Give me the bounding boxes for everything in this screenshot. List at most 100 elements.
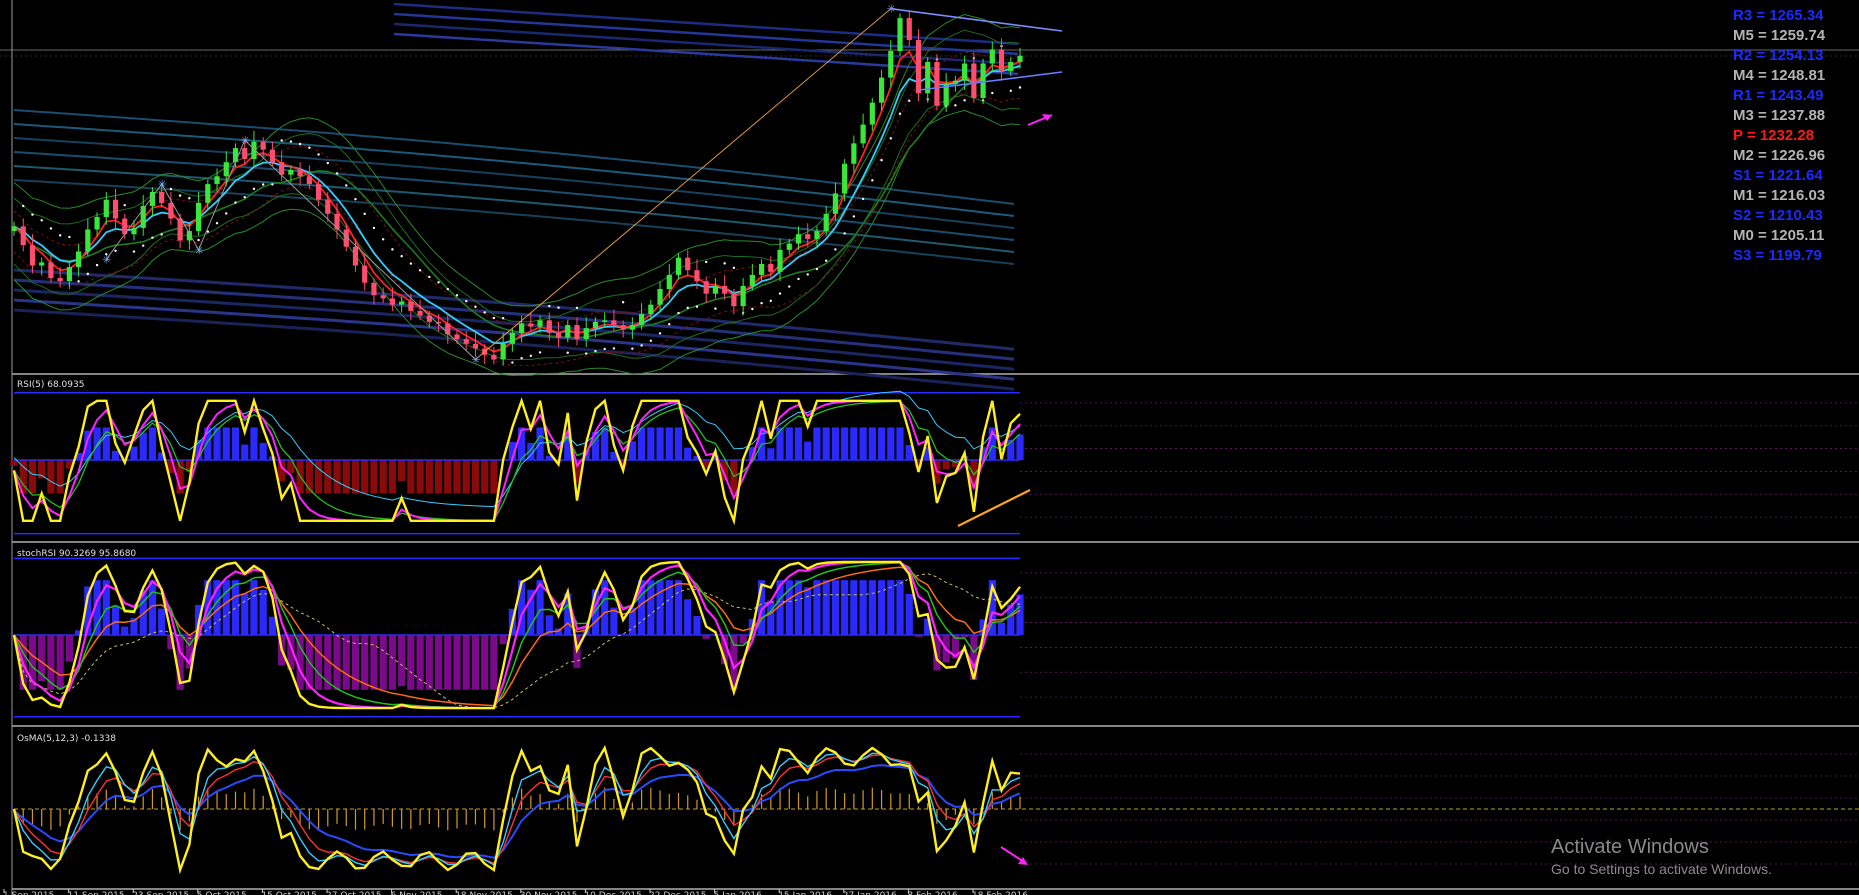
- sar-dot: [455, 294, 459, 297]
- sar-dot: [280, 139, 283, 142]
- histogram-bar: [877, 427, 886, 460]
- histogram-bar: [222, 580, 230, 635]
- sar-dot: [963, 99, 966, 102]
- candle-body: [112, 199, 119, 219]
- histogram-bar: [416, 460, 424, 494]
- histogram-bar: [831, 427, 840, 460]
- sar-dot: [898, 112, 902, 115]
- sar-dot: [252, 187, 256, 191]
- fractal-star: ✳: [241, 134, 250, 147]
- channel-band-lower: [13, 288, 1015, 371]
- sar-dot: [409, 262, 413, 265]
- candle-body: [242, 148, 248, 160]
- rsi-trendline: [957, 489, 1031, 527]
- candle-body: [805, 234, 811, 239]
- sar-dot: [843, 232, 846, 235]
- date-label: 18 Feb 2016: [972, 891, 1028, 895]
- sar-dot: [1018, 86, 1022, 89]
- date-label: 23 Sep 2015: [132, 891, 189, 895]
- histogram-bar: [56, 635, 64, 690]
- histogram-bar: [342, 460, 350, 494]
- candle-body: [519, 323, 525, 333]
- histogram-bar: [850, 580, 858, 635]
- histogram-bar: [342, 635, 350, 690]
- date-label: 5 Oct 2015: [197, 891, 247, 895]
- candle-body: [934, 61, 940, 106]
- sar-dot: [501, 316, 505, 320]
- candle-body: [629, 325, 635, 330]
- sar-dot: [86, 272, 90, 276]
- histogram-bar: [111, 605, 120, 635]
- histogram-bar: [822, 580, 830, 635]
- channel-band-lower: [13, 308, 1015, 391]
- candle-body: [472, 343, 479, 349]
- sar-dot: [889, 137, 892, 140]
- sar-dot: [631, 347, 634, 350]
- candle-body: [712, 285, 719, 294]
- histogram-bar: [868, 427, 876, 460]
- candle-body: [315, 184, 322, 200]
- sar-dot: [345, 184, 348, 187]
- candle-body: [878, 77, 885, 103]
- histogram-bar: [139, 432, 147, 460]
- sar-dot: [511, 361, 514, 364]
- histogram-bar: [877, 580, 886, 635]
- histogram-bar: [471, 635, 480, 690]
- candle-body: [851, 143, 857, 164]
- candle-body: [491, 354, 497, 360]
- histogram-bar: [121, 626, 129, 635]
- candle-body: [389, 298, 396, 305]
- sar-dot: [178, 194, 182, 197]
- date-label: 27 Jan 2016: [843, 891, 897, 895]
- histogram-bar: [241, 444, 249, 460]
- histogram-bar: [434, 460, 443, 494]
- histogram-bar: [684, 599, 692, 635]
- candle-body: [177, 218, 183, 241]
- histogram-bar: [767, 448, 775, 460]
- histogram-bar: [47, 635, 55, 690]
- price-pane: ✳✳✳✳✳✳: [11, 3, 1063, 391]
- histogram-bar: [388, 635, 397, 690]
- sar-dot: [188, 196, 191, 200]
- sar-dot: [151, 236, 154, 239]
- candle-body: [39, 262, 45, 266]
- histogram-bar: [647, 427, 655, 460]
- pivot-level-label: R1 = 1243.49: [1733, 87, 1824, 104]
- candle-body: [638, 314, 645, 326]
- candle-body: [48, 262, 54, 279]
- histogram-bar: [859, 427, 867, 460]
- sar-dot: [243, 195, 246, 199]
- candle-body: [168, 202, 174, 219]
- ma-medium: [13, 64, 1021, 345]
- fractal-star: ✳: [471, 353, 480, 366]
- pivot-level-label: M0 = 1205.11: [1733, 227, 1824, 244]
- candle-body: [297, 169, 303, 177]
- sar-dot: [594, 349, 597, 353]
- histogram-bar: [351, 460, 360, 494]
- sar-dot: [695, 305, 699, 308]
- candle-body: [94, 216, 100, 230]
- histogram-bar: [333, 635, 341, 690]
- sar-dot: [58, 234, 62, 237]
- sar-dot: [585, 352, 588, 355]
- sar-dot: [428, 275, 431, 279]
- sar-dot: [31, 213, 34, 216]
- candle-body: [66, 267, 72, 282]
- histogram-bar: [28, 460, 37, 494]
- histogram-bar: [434, 635, 443, 690]
- histogram-bar: [665, 427, 673, 460]
- candle-body: [214, 176, 220, 185]
- candle-body: [269, 149, 276, 163]
- sar-dot: [317, 153, 320, 156]
- sar-dot: [40, 219, 43, 222]
- rsi-pane: [10, 390, 1859, 535]
- sar-dot: [871, 179, 874, 182]
- candle-body: [555, 332, 562, 338]
- histogram-bar: [868, 580, 876, 635]
- candle-body: [205, 184, 211, 203]
- sar-dot: [788, 285, 791, 288]
- sar-dot: [391, 248, 394, 251]
- candle-body: [1017, 55, 1023, 62]
- sar-dot: [575, 306, 579, 310]
- sar-dot: [381, 238, 385, 241]
